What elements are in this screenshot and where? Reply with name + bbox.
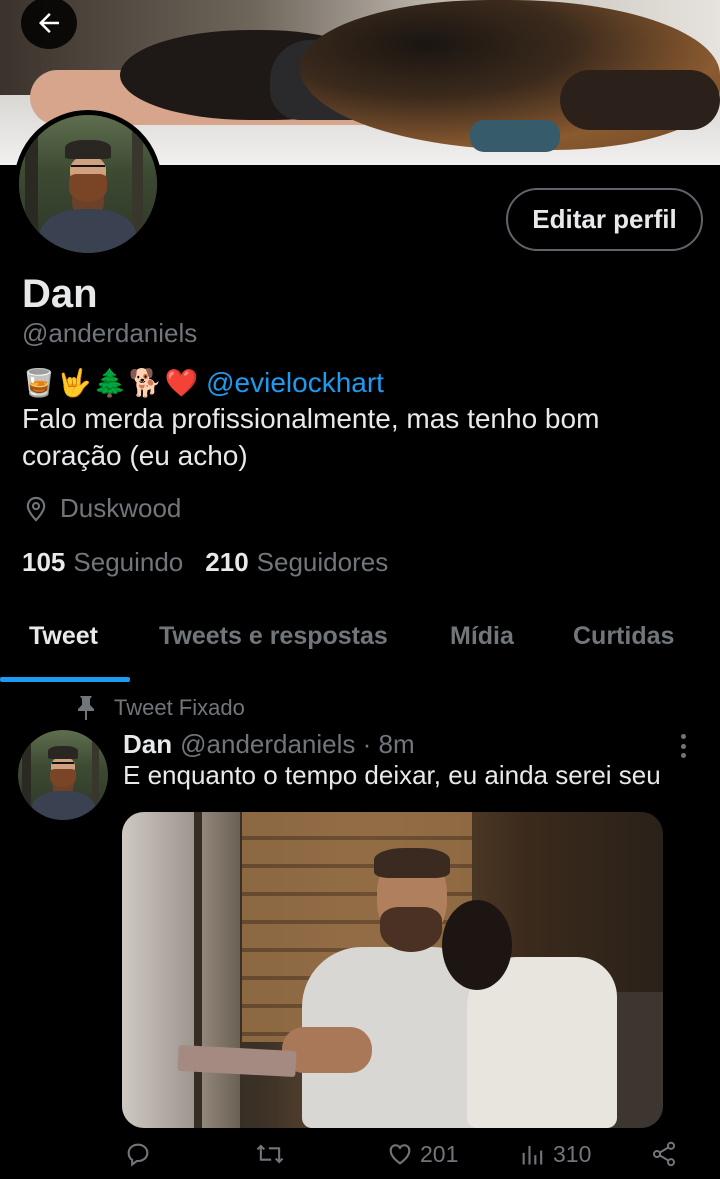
tweet-header: Dan @anderdaniels · 8m	[123, 729, 415, 760]
followers-stat[interactable]: 210 Seguidores	[205, 547, 410, 578]
tweet-media-image[interactable]	[122, 812, 663, 1128]
tweet-author-name[interactable]: Dan	[123, 729, 172, 760]
whisky-emoji: 🥃	[22, 367, 56, 398]
like-button[interactable]: 201	[386, 1140, 458, 1168]
heart-icon	[389, 1144, 411, 1165]
following-label: Seguindo	[73, 547, 184, 577]
retweet-icon	[256, 1144, 284, 1164]
retweet-button[interactable]	[254, 1140, 292, 1168]
views-button[interactable]: 310	[519, 1140, 591, 1168]
tweet-text: E enquanto o tempo deixar, eu ainda sere…	[123, 760, 661, 790]
profile-location: Duskwood	[22, 493, 181, 524]
reply-icon	[127, 1143, 149, 1167]
tree-emoji: 🌲	[93, 367, 127, 398]
share-icon	[652, 1141, 676, 1167]
like-count: 201	[420, 1140, 459, 1167]
tab-media[interactable]: Mídia	[450, 622, 514, 651]
location-text: Duskwood	[60, 493, 182, 523]
avatar-image	[19, 115, 157, 253]
followers-label: Seguidores	[256, 547, 389, 577]
tweet-avatar-image	[18, 730, 108, 820]
profile-handle: @anderdaniels	[22, 318, 198, 348]
heart-emoji: ❤️	[164, 367, 199, 398]
following-count: 105	[22, 547, 66, 577]
banner-dog-body	[560, 70, 720, 130]
profile-avatar[interactable]	[14, 110, 162, 258]
following-stat[interactable]: 105 Seguindo	[22, 547, 205, 578]
tweet-author-avatar[interactable]	[18, 730, 108, 820]
pinned-text: Tweet Fixado	[114, 695, 245, 720]
tab-tweet[interactable]: Tweet	[29, 622, 98, 651]
tab-tweets-and-replies[interactable]: Tweets e respostas	[159, 622, 388, 651]
views-chart-icon	[522, 1145, 543, 1165]
active-tab-indicator	[0, 677, 130, 682]
profile-name: Dan	[22, 272, 98, 316]
pinned-tweet-label: Tweet Fixado	[76, 695, 245, 721]
edit-profile-button[interactable]: Editar perfil	[506, 188, 703, 251]
followers-count: 210	[205, 547, 249, 577]
views-count: 310	[553, 1140, 592, 1167]
bio-text: Falo merda profissionalmente, mas tenho …	[22, 403, 600, 471]
dog-emoji: 🐕	[128, 367, 163, 398]
follow-stats: 105 Seguindo 210 Seguidores	[22, 547, 410, 578]
profile-tabs: Tweet Tweets e respostas Mídia Curtidas	[0, 600, 720, 684]
tweet-author-meta: @anderdaniels · 8m	[180, 729, 415, 759]
banner-cloth	[470, 120, 560, 152]
pin-icon	[78, 696, 94, 720]
share-button[interactable]	[650, 1140, 684, 1168]
tab-likes[interactable]: Curtidas	[573, 622, 674, 651]
tweet-actions: 201 310	[0, 1138, 720, 1178]
rock-hand-emoji: 🤟	[57, 367, 92, 398]
bio-emoji-line: 🥃 🤟 🌲 🐕 ❤️ @evielockhart	[22, 364, 384, 402]
more-vertical-icon[interactable]	[672, 734, 694, 758]
arrow-left-icon	[39, 13, 59, 33]
bio-mention-link[interactable]: @evielockhart	[206, 367, 384, 399]
location-pin-icon	[26, 496, 46, 522]
reply-button[interactable]	[124, 1140, 158, 1168]
